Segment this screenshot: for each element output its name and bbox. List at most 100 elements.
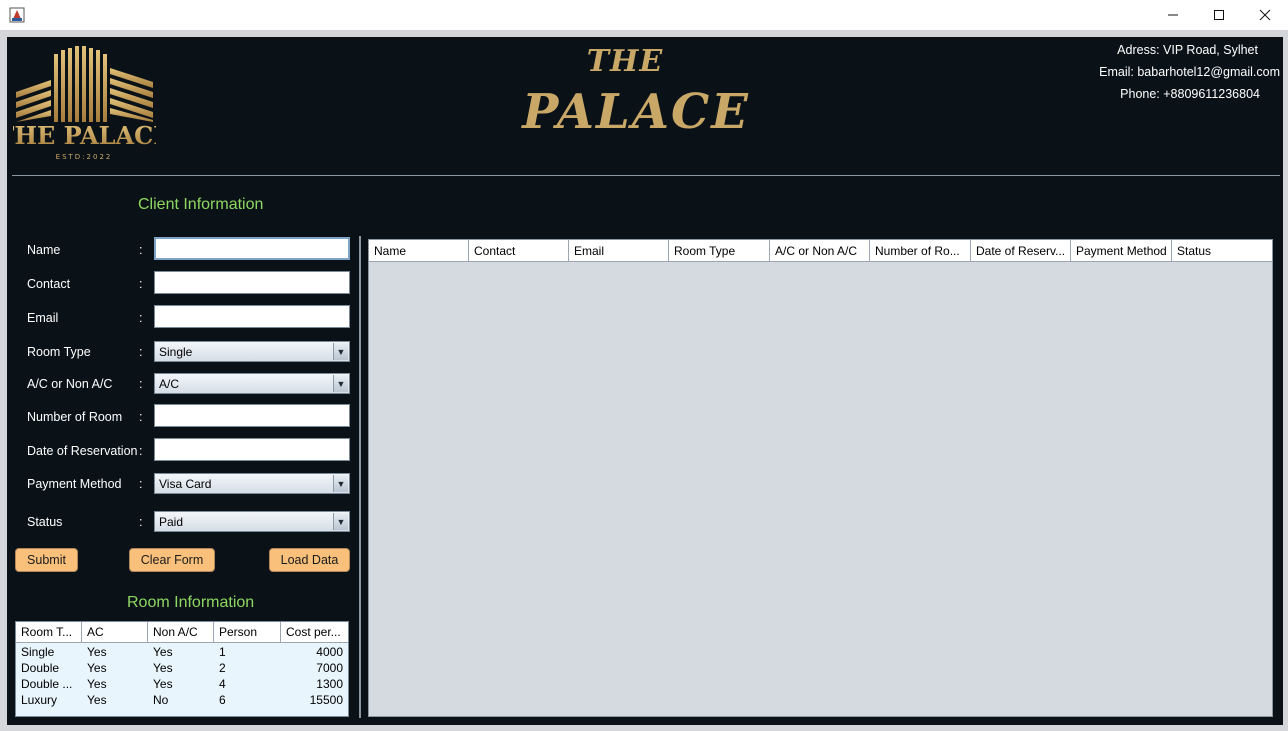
status-value: Paid <box>159 515 184 529</box>
chevron-down-icon[interactable]: ▼ <box>333 475 348 492</box>
contact-label: Contact <box>27 277 71 291</box>
table-cell: Double ... <box>21 677 73 691</box>
table-cell: Single <box>21 645 55 659</box>
room-type-select[interactable]: Single ▼ <box>154 341 350 362</box>
submit-button[interactable]: Submit <box>15 548 78 572</box>
chevron-down-icon[interactable]: ▼ <box>333 513 348 530</box>
column-header-contact[interactable]: Contact <box>469 240 569 262</box>
number-of-room-colon: : <box>139 410 143 424</box>
name-input[interactable] <box>154 237 350 260</box>
table-cell: 1 <box>219 645 226 659</box>
table-cell: 6 <box>219 693 226 707</box>
status-select[interactable]: Paid ▼ <box>154 511 350 532</box>
room-table-header: Room T... AC Non A/C Person Cost per... <box>16 622 348 643</box>
chevron-down-icon[interactable]: ▼ <box>333 343 348 360</box>
hotel-address: Adress: VIP Road, Sylhet <box>1117 43 1258 57</box>
table-cell: Yes <box>87 645 107 659</box>
maximize-icon <box>1214 10 1224 20</box>
close-icon <box>1259 9 1271 21</box>
table-cell: Yes <box>153 677 173 691</box>
room-information-table: Room T... AC Non A/C Person Cost per... … <box>15 621 349 717</box>
table-cell: 1300 <box>316 677 343 691</box>
table-row[interactable]: Double ... Yes Yes 4 1300 <box>16 677 348 693</box>
table-row[interactable]: Luxury Yes No 6 15500 <box>16 693 348 709</box>
column-header-name[interactable]: Name <box>369 240 469 262</box>
payment-method-value: Visa Card <box>159 477 212 491</box>
column-header-ac[interactable]: A/C or Non A/C <box>770 240 870 262</box>
table-cell: Yes <box>87 677 107 691</box>
table-cell: No <box>153 693 169 707</box>
close-button[interactable] <box>1242 0 1288 30</box>
name-colon: : <box>139 243 143 257</box>
clear-form-button[interactable]: Clear Form <box>129 548 215 572</box>
table-row[interactable]: Double Yes Yes 2 7000 <box>16 661 348 677</box>
load-data-button[interactable]: Load Data <box>269 548 350 572</box>
table-cell: Double <box>21 661 60 675</box>
room-table-column-header[interactable]: AC <box>82 622 148 643</box>
ac-select[interactable]: A/C ▼ <box>154 373 350 394</box>
logo-subtitle: ESTD:2022 <box>56 153 113 161</box>
hotel-email: Email: babarhotel12@gmail.com <box>1099 65 1280 79</box>
date-of-reservation-label: Date of Reservation <box>27 444 138 458</box>
room-table-column-header[interactable]: Room T... <box>16 622 82 643</box>
ac-value: A/C <box>159 377 180 391</box>
payment-method-label: Payment Method <box>27 477 122 491</box>
date-of-reservation-input[interactable] <box>154 438 350 461</box>
maximize-button[interactable] <box>1196 0 1242 30</box>
room-table-column-header[interactable]: Person <box>214 622 281 643</box>
room-information-title: Room Information <box>127 594 255 611</box>
column-header-status[interactable]: Status <box>1172 240 1272 262</box>
column-header-payment-method[interactable]: Payment Method <box>1071 240 1172 262</box>
minimize-icon <box>1168 14 1178 16</box>
table-cell: 4000 <box>316 645 343 659</box>
brand-title-palace: PALACE <box>522 84 750 140</box>
number-of-room-input[interactable] <box>154 404 350 427</box>
column-header-email[interactable]: Email <box>569 240 669 262</box>
table-cell: 2 <box>219 661 226 675</box>
payment-method-select[interactable]: Visa Card ▼ <box>154 473 350 494</box>
reservations-table-header: Name Contact Email Room Type A/C or Non … <box>369 240 1272 262</box>
ac-label: A/C or Non A/C <box>27 377 113 391</box>
table-cell: Yes <box>153 645 173 659</box>
table-cell: Yes <box>87 661 107 675</box>
table-cell: 7000 <box>316 661 343 675</box>
table-cell: Yes <box>87 693 107 707</box>
pane-divider[interactable] <box>359 236 361 718</box>
table-cell: Luxury <box>21 693 58 707</box>
name-label: Name <box>27 243 61 257</box>
table-cell: Yes <box>153 661 173 675</box>
ac-colon: : <box>139 377 143 391</box>
contact-input[interactable] <box>154 271 350 294</box>
room-table-column-header[interactable]: Cost per... <box>281 622 348 643</box>
hotel-logo: THE PALACE ESTD:2022 <box>13 46 156 161</box>
table-row[interactable]: Single Yes Yes 1 4000 <box>16 645 348 661</box>
number-of-room-label: Number of Room <box>27 410 123 424</box>
table-cell: 4 <box>219 677 226 691</box>
email-label: Email <box>27 311 59 325</box>
contact-colon: : <box>139 277 143 291</box>
brand-title-the: THE <box>586 44 664 79</box>
column-header-number-of-room[interactable]: Number of Ro... <box>870 240 971 262</box>
date-of-reservation-colon: : <box>139 444 143 458</box>
email-colon: : <box>139 311 143 325</box>
chevron-down-icon[interactable]: ▼ <box>333 375 348 392</box>
room-type-value: Single <box>159 345 193 359</box>
payment-method-colon: : <box>139 477 143 491</box>
email-input[interactable] <box>154 305 350 328</box>
client-information-title: Client Information <box>138 196 264 213</box>
header-divider <box>12 175 1280 176</box>
column-header-date[interactable]: Date of Reserv... <box>971 240 1071 262</box>
room-type-label: Room Type <box>27 345 91 359</box>
column-header-room-type[interactable]: Room Type <box>669 240 770 262</box>
room-table-column-header[interactable]: Non A/C <box>148 622 214 643</box>
logo-text: THE PALACE <box>13 121 156 150</box>
table-cell: 15500 <box>309 693 343 707</box>
minimize-button[interactable] <box>1150 0 1196 30</box>
status-label: Status <box>27 515 63 529</box>
hotel-phone: Phone: +8809611236804 <box>1120 87 1260 101</box>
java-app-icon <box>9 7 25 23</box>
status-colon: : <box>139 515 143 529</box>
reservations-table[interactable]: Name Contact Email Room Type A/C or Non … <box>368 239 1273 717</box>
window-title-bar <box>0 0 1288 30</box>
room-type-colon: : <box>139 345 143 359</box>
